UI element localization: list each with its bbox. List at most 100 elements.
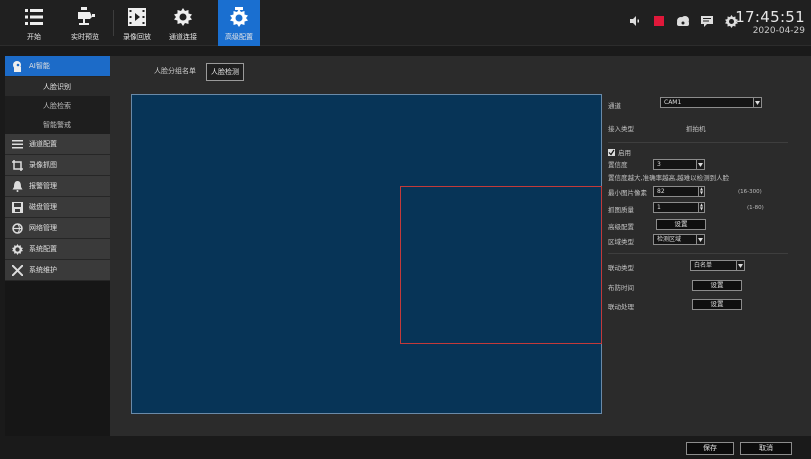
link-type-select[interactable]: 白名单 (690, 260, 745, 271)
sidebar-item-alarm[interactable]: 报警管理 (5, 176, 110, 197)
capture-qty-label: 抓图质量 (608, 206, 634, 214)
disk-icon (11, 201, 23, 213)
sidebar-item-label: 系统维护 (29, 266, 57, 274)
divider (608, 253, 788, 254)
sidebar-item-label: 系统配置 (29, 245, 57, 253)
min-pixel-range: (16-300) (738, 189, 762, 195)
region-type-select[interactable]: 检测区域 (653, 234, 705, 245)
access-type-value: 抓拍机 (686, 125, 706, 133)
access-type-label: 接入类型 (608, 125, 634, 133)
advanced-config-button[interactable]: 高级配置 (218, 0, 260, 46)
sidebar-item-label: 录像抓图 (29, 161, 57, 169)
spinner-icon[interactable]: ▲ ▼ (698, 186, 705, 197)
sidebar-item-disk[interactable]: 磁盘管理 (5, 197, 110, 218)
main-content: 人脸分组名单 人脸检测 通道 CAM1 接入类型 抓拍机 启用 置信度 3 置信… (110, 56, 811, 436)
sidebar-item-label: 磁盘管理 (29, 203, 57, 211)
advanced-label: 高级配置 (608, 223, 634, 231)
live-preview-label: 实时预览 (71, 33, 99, 41)
link-type-label: 联动类型 (608, 264, 634, 272)
network-icon (11, 222, 23, 234)
crop-icon (11, 159, 23, 171)
film-icon (128, 6, 146, 28)
sidebar-item-system-config[interactable]: 系统配置 (5, 239, 110, 260)
top-bar: 开始 实时预览 录像回放 通道连接 高级配置 17:45:51 2020-04-… (0, 0, 811, 46)
region-type-value: 检测区域 (657, 236, 682, 243)
advanced-settings-button[interactable]: 设置 (656, 219, 706, 230)
clock: 17:45:51 2020-04-29 (735, 8, 805, 36)
gear-camera-icon (229, 6, 249, 28)
save-button[interactable]: 保存 (686, 442, 734, 455)
tab-face-groups[interactable]: 人脸分组名单 (150, 63, 200, 81)
spinner-icon[interactable]: ▲ ▼ (698, 202, 705, 213)
video-preview[interactable] (131, 94, 602, 414)
sidebar-subitem-face-recognition[interactable]: 人脸识别 (5, 77, 110, 96)
min-pixel-value: 82 (657, 188, 665, 195)
detection-region-rect[interactable] (400, 186, 602, 344)
advanced-config-label: 高级配置 (225, 33, 253, 41)
clock-date: 2020-04-29 (752, 26, 805, 36)
sidebar-item-record-capture[interactable]: 录像抓图 (5, 155, 110, 176)
confidence-value: 3 (657, 161, 661, 168)
sidebar-subitem-face-search[interactable]: 人脸检索 (5, 96, 110, 115)
menu-list-icon (25, 6, 43, 28)
channel-select[interactable]: CAM1 (660, 97, 762, 108)
confidence-hint: 置信度越大,准确率越高,越难以检测到人脸 (608, 174, 730, 182)
start-label: 开始 (27, 33, 41, 41)
enable-label: 启用 (618, 149, 631, 157)
status-icons (628, 14, 738, 28)
enable-checkbox[interactable] (608, 148, 615, 156)
volume-icon[interactable] (628, 14, 642, 28)
channel-label: 通道 (608, 102, 621, 110)
ai-head-icon (11, 60, 23, 72)
capture-qty-value: 1 (657, 204, 661, 211)
arm-time-settings-button[interactable]: 设置 (692, 280, 742, 291)
message-icon[interactable] (700, 14, 714, 28)
capture-qty-range: (1-80) (747, 205, 764, 211)
chevron-down-icon (696, 234, 705, 245)
channel-connect-label: 通道连接 (169, 33, 197, 41)
region-type-label: 区域类型 (608, 238, 634, 246)
sidebar-subitem-label: 人脸检索 (43, 101, 71, 110)
gear-icon (11, 243, 23, 255)
arm-time-label: 布防时间 (608, 284, 634, 292)
clock-time: 17:45:51 (735, 8, 805, 26)
sidebar-item-channel-config[interactable]: 通道配置 (5, 134, 110, 155)
channel-value: CAM1 (664, 99, 682, 106)
record-icon[interactable] (652, 14, 666, 28)
sidebar-item-ai[interactable]: AI智能 (5, 56, 110, 77)
sidebar-item-network[interactable]: 网络管理 (5, 218, 110, 239)
start-button[interactable]: 开始 (18, 0, 50, 46)
tools-icon (11, 264, 23, 276)
sidebar-subitem-label: 智能警戒 (43, 120, 71, 129)
check-icon (608, 149, 615, 155)
divider (608, 142, 788, 143)
live-preview-button[interactable]: 实时预览 (66, 0, 104, 46)
divider (113, 10, 114, 36)
link-action-settings-button[interactable]: 设置 (692, 299, 742, 310)
capture-qty-input[interactable]: 1 ▲ ▼ (653, 202, 705, 213)
link-type-value: 白名单 (694, 262, 713, 269)
min-pixel-input[interactable]: 82 ▲ ▼ (653, 186, 705, 197)
channel-connect-button[interactable]: 通道连接 (164, 0, 202, 46)
tab-face-detection[interactable]: 人脸检测 (206, 63, 244, 81)
sidebar-item-label: 报警管理 (29, 182, 57, 190)
bell-icon (11, 180, 23, 192)
chevron-down-icon (753, 97, 762, 108)
sidebar-item-system-maintenance[interactable]: 系统维护 (5, 260, 110, 281)
sidebar-item-label: 通道配置 (29, 140, 57, 148)
sidebar-item-label: 网络管理 (29, 224, 57, 232)
chevron-down-icon (696, 159, 705, 170)
min-pixel-label: 最小图片像素 (608, 189, 647, 197)
enable-row[interactable]: 启用 (608, 147, 631, 157)
cloud-icon[interactable] (676, 14, 690, 28)
sidebar-subitem-label: 人脸识别 (43, 82, 71, 91)
confidence-select[interactable]: 3 (653, 159, 705, 170)
playback-label: 录像回放 (123, 33, 151, 41)
sidebar-subitem-smart-alert[interactable]: 智能警戒 (5, 115, 110, 134)
tab-bar: 人脸分组名单 人脸检测 (150, 63, 244, 81)
gear-icon (174, 6, 192, 28)
sidebar: AI智能 人脸识别 人脸检索 智能警戒 通道配置 录像抓图 报警管理 磁盘管理 (5, 56, 110, 436)
playback-button[interactable]: 录像回放 (118, 0, 156, 46)
channel-list-icon (11, 138, 23, 150)
cancel-button[interactable]: 取消 (740, 442, 792, 455)
